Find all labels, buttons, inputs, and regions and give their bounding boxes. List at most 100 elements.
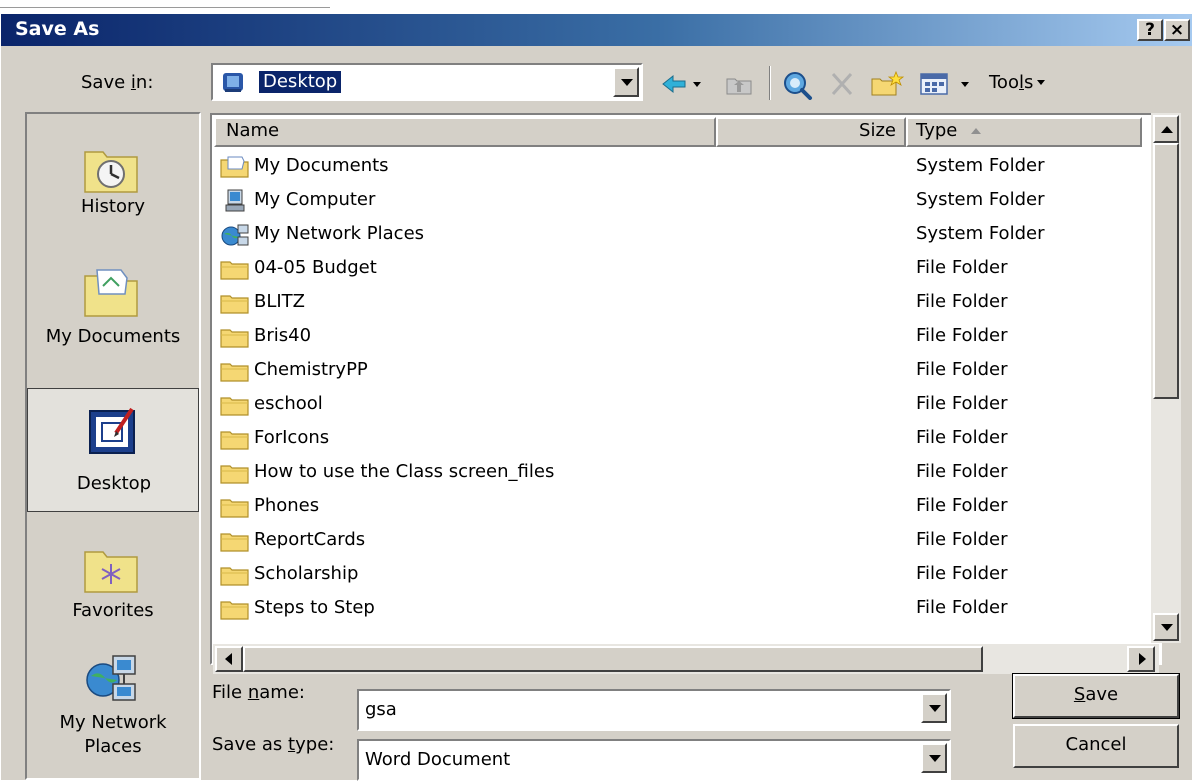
my-computer-icon (220, 189, 250, 213)
scroll-up-button[interactable] (1153, 115, 1179, 143)
desktop-icon (82, 405, 142, 459)
file-row[interactable]: 04-05 Budget File Folder (216, 251, 1136, 285)
file-type-cell: File Folder (916, 597, 1008, 618)
close-button[interactable]: × (1164, 19, 1190, 41)
new-folder-icon[interactable] (869, 70, 905, 98)
folder-icon (220, 597, 250, 621)
file-type-cell: System Folder (916, 223, 1045, 244)
place-label: History (80, 196, 146, 217)
title-bar[interactable]: Save As ? × (1, 14, 1192, 46)
favorites-icon (81, 542, 141, 596)
place-desktop[interactable]: Desktop (27, 388, 199, 512)
place-label: Desktop (76, 473, 152, 494)
file-row[interactable]: Phones File Folder (216, 489, 1136, 523)
file-type-cell: System Folder (916, 189, 1045, 210)
file-name-cell: Phones (254, 495, 320, 516)
file-type-cell: File Folder (916, 393, 1008, 414)
file-name-cell: eschool (254, 393, 323, 414)
place-my-documents[interactable]: My Documents (27, 254, 199, 364)
file-row[interactable]: Steps to Step File Folder (216, 591, 1136, 625)
my-documents-icon (81, 264, 141, 318)
file-row[interactable]: My Network Places System Folder (216, 217, 1136, 251)
file-type-cell: File Folder (916, 427, 1008, 448)
back-icon[interactable] (659, 70, 701, 98)
network-places-icon (220, 223, 250, 247)
file-list[interactable]: Name Size Type My Documents System Folder… (210, 113, 1162, 665)
desktop-icon (221, 70, 247, 94)
file-type-cell: File Folder (916, 461, 1008, 482)
delete-icon[interactable] (827, 70, 857, 98)
column-header-size[interactable]: Size (716, 117, 906, 147)
file-row[interactable]: My Computer System Folder (216, 183, 1136, 217)
save-as-type-label: Save as type: (212, 734, 335, 755)
file-row[interactable]: eschool File Folder (216, 387, 1136, 421)
file-row[interactable]: Scholarship File Folder (216, 557, 1136, 591)
file-type-cell: File Folder (916, 563, 1008, 584)
file-name-input[interactable]: gsa (357, 689, 951, 731)
file-name-value: gsa (365, 699, 397, 720)
file-type-cell: File Folder (916, 291, 1008, 312)
window-title: Save As (15, 18, 100, 40)
scroll-left-button[interactable] (215, 646, 243, 672)
save-in-label: Save in: (81, 72, 154, 93)
tools-menu[interactable]: Tools (989, 72, 1046, 93)
help-button[interactable]: ? (1137, 19, 1163, 41)
folder-icon (220, 291, 250, 315)
place-label: Places (84, 736, 142, 757)
top-strip (0, 0, 1192, 14)
file-type-cell: System Folder (916, 155, 1045, 176)
scroll-right-button[interactable] (1127, 646, 1155, 672)
file-type-cell: File Folder (916, 257, 1008, 278)
save-as-dialog: Save As ? × Save in: Desktop Tools Histo… (0, 14, 1192, 781)
column-header-type[interactable]: Type (906, 117, 1142, 147)
folder-icon (220, 461, 250, 485)
column-header-name[interactable]: Name (214, 117, 716, 147)
file-name-cell: My Documents (254, 155, 389, 176)
file-row[interactable]: ReportCards File Folder (216, 523, 1136, 557)
save-in-combo[interactable]: Desktop (211, 63, 643, 101)
place-my-network-places[interactable]: My Network Places (27, 640, 199, 776)
file-type-cell: File Folder (916, 495, 1008, 516)
vertical-scrollbar[interactable] (1151, 113, 1181, 643)
file-name-dropdown-button[interactable] (921, 693, 947, 723)
file-name-cell: ChemistryPP (254, 359, 368, 380)
file-row[interactable]: Bris40 File Folder (216, 319, 1136, 353)
file-name-cell: My Computer (254, 189, 376, 210)
horizontal-scroll-thumb[interactable] (243, 646, 983, 672)
file-name-cell: BLITZ (254, 291, 306, 312)
vertical-scroll-thumb[interactable] (1153, 143, 1179, 399)
save-as-type-dropdown-button[interactable] (921, 743, 947, 773)
history-icon (81, 142, 141, 196)
file-name-cell: How to use the Class screen_files (254, 461, 555, 482)
views-icon[interactable] (919, 70, 971, 98)
folder-icon (220, 325, 250, 349)
save-button[interactable]: Save (1012, 673, 1180, 719)
up-folder-icon[interactable] (723, 70, 757, 98)
places-bar: History My Documents Desktop Favorites M… (25, 112, 201, 780)
file-name-cell: ForIcons (254, 427, 330, 448)
my-documents-icon (220, 155, 250, 179)
place-history[interactable]: History (27, 134, 199, 234)
file-row[interactable]: How to use the Class screen_files File Fo… (216, 455, 1136, 489)
place-favorites[interactable]: Favorites (27, 530, 199, 630)
file-row[interactable]: ForIcons File Folder (216, 421, 1136, 455)
file-name-label: File name: (212, 682, 305, 703)
search-web-icon[interactable] (781, 70, 815, 100)
save-as-type-select[interactable]: Word Document (357, 739, 951, 781)
folder-icon (220, 393, 250, 417)
file-row[interactable]: ChemistryPP File Folder (216, 353, 1136, 387)
save-in-dropdown-button[interactable] (613, 67, 639, 97)
horizontal-scrollbar[interactable] (213, 644, 1159, 674)
cancel-button[interactable]: Cancel (1013, 724, 1179, 768)
file-name-cell: ReportCards (254, 529, 366, 550)
folder-icon (220, 359, 250, 383)
network-places-icon (81, 650, 141, 704)
file-row[interactable]: BLITZ File Folder (216, 285, 1136, 319)
file-row[interactable]: My Documents System Folder (216, 149, 1136, 183)
file-type-cell: File Folder (916, 529, 1008, 550)
folder-icon (220, 529, 250, 553)
file-type-cell: File Folder (916, 325, 1008, 346)
scroll-down-button[interactable] (1153, 613, 1179, 641)
file-rows: My Documents System Folder My Computer Syst… (216, 149, 1136, 625)
place-label: My Documents (45, 326, 181, 347)
